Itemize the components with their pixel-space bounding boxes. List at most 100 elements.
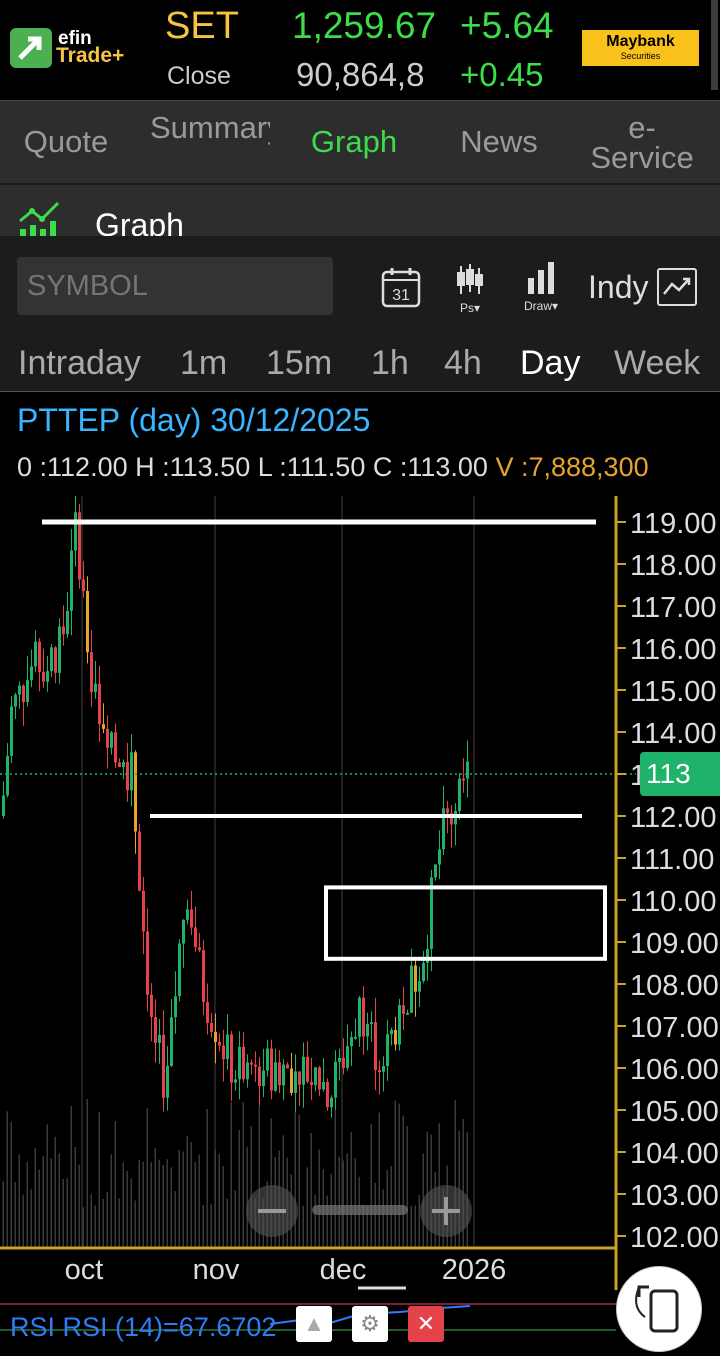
move-up-button[interactable]: ▲: [296, 1306, 332, 1342]
tab-summary[interactable]: Summary: [150, 101, 270, 184]
candle-body: [186, 909, 189, 920]
draw-button[interactable]: Draw▾: [518, 262, 564, 313]
candle-body: [314, 1067, 317, 1086]
calendar-icon: 31: [381, 268, 421, 308]
candle-body: [146, 931, 149, 995]
tab-e-service[interactable]: e-Service: [582, 101, 702, 184]
volume-bar: [350, 1131, 352, 1248]
price-tick-label: 117.00: [630, 592, 717, 624]
candle-body: [338, 1057, 341, 1062]
period-4h[interactable]: 4h: [444, 344, 482, 383]
chart-toolbar: 31 Ps▾ Draw▾ Indy: [0, 236, 720, 336]
symbol-input[interactable]: [17, 257, 333, 315]
volume-bar: [50, 1158, 52, 1248]
volume-bar: [30, 1189, 32, 1248]
volume-bar: [382, 1189, 384, 1248]
price-style-button[interactable]: Ps▾: [452, 264, 488, 315]
candle-body: [378, 1070, 381, 1073]
price-tick-label: 106.00: [630, 1054, 719, 1086]
candle-body: [42, 671, 45, 682]
volume-bar: [230, 1101, 232, 1248]
candle-body: [150, 994, 153, 1018]
tab-graph[interactable]: Graph: [298, 101, 410, 184]
volume-bar: [426, 1131, 428, 1248]
candle-body: [66, 610, 69, 635]
volume-bar: [134, 1200, 136, 1248]
candle-body: [366, 1024, 369, 1037]
volume-bar: [38, 1169, 40, 1248]
volume-bar: [194, 1162, 196, 1248]
index-volume: 90,864,8: [296, 56, 425, 93]
candle-body: [14, 694, 17, 707]
period-day[interactable]: Day: [520, 344, 580, 383]
candle-body: [330, 1097, 333, 1108]
period-week[interactable]: Week: [614, 344, 700, 383]
rotate-screen-button[interactable]: [616, 1266, 702, 1352]
volume-bar: [378, 1112, 380, 1248]
volume-bar: [2, 1181, 4, 1248]
candle-body: [114, 732, 117, 763]
candle-body: [46, 671, 49, 682]
calendar-button[interactable]: 31: [381, 266, 421, 313]
volume-bar: [66, 1178, 68, 1248]
period-15m[interactable]: 15m: [266, 344, 332, 383]
volume-bar: [114, 1121, 116, 1248]
volume-bar: [178, 1149, 180, 1248]
candle-body: [58, 626, 61, 673]
efin-logo-icon: [10, 28, 52, 68]
volume-bar: [306, 1167, 308, 1248]
candle-body: [202, 950, 205, 1003]
indicator-chart-icon[interactable]: [657, 268, 697, 306]
low-value: 111.50: [286, 452, 366, 482]
volume-bar: [238, 1130, 240, 1248]
tab-news[interactable]: News: [444, 101, 554, 184]
candle-body: [174, 996, 177, 1018]
candle-body: [166, 1065, 169, 1098]
candle-body: [410, 965, 413, 1013]
candle-body: [258, 1066, 261, 1087]
candle-body: [30, 666, 33, 681]
index-change: +5.64: [460, 5, 554, 46]
candlestick-chart[interactable]: 119.00118.00117.00116.00115.00114.00113.…: [0, 493, 720, 1290]
app-header: efin Trade+ SET Close 1,259.67 90,864,8 …: [0, 0, 720, 100]
rsi-settings-button[interactable]: ⚙: [352, 1306, 388, 1342]
volume-bar: [82, 1207, 84, 1248]
high-label: H :: [135, 452, 170, 482]
price-tick-label: 105.00: [630, 1096, 719, 1128]
brand-line2: Trade+: [56, 44, 125, 67]
remove-indicator-button[interactable]: ✕: [408, 1306, 444, 1342]
candle-body: [70, 550, 73, 611]
graph-section-title: Graph: [95, 207, 184, 238]
volume-bar: [302, 1205, 304, 1248]
volume-bar: [162, 1164, 164, 1248]
candle-body: [278, 1062, 281, 1086]
period-1m[interactable]: 1m: [180, 344, 227, 383]
volume-bar: [22, 1194, 24, 1248]
volume-bar: [118, 1198, 120, 1248]
volume-bar: [150, 1162, 152, 1248]
price-tick-label: 107.00: [630, 1012, 719, 1044]
candle-body: [390, 1029, 393, 1035]
zoom-slider-handle[interactable]: [312, 1205, 408, 1215]
price-chart[interactable]: 119.00118.00117.00116.00115.00114.00113.…: [0, 493, 720, 1290]
tab-quote[interactable]: Quote: [10, 101, 122, 184]
gear-icon: ⚙: [360, 1311, 380, 1336]
volume-bar: [78, 1164, 80, 1248]
candle-body: [358, 997, 361, 1037]
candle-body: [298, 1071, 301, 1085]
volume-bar: [90, 1194, 92, 1248]
index-name[interactable]: SET: [165, 5, 239, 48]
volume-bar: [10, 1122, 12, 1248]
candle-body: [398, 1005, 401, 1045]
period-intraday[interactable]: Intraday: [18, 344, 141, 383]
candle-body: [226, 1034, 229, 1060]
volume-bar: [370, 1123, 372, 1248]
volume-bar: [250, 1126, 252, 1248]
period-1h[interactable]: 1h: [371, 344, 409, 383]
price-tick-label: 111.00: [630, 844, 714, 876]
period-selector: Intraday 1m 15m 1h 4h Day Week: [0, 336, 720, 392]
candlestick-icon: [457, 264, 483, 294]
main-tabs: Quote Summary Graph News e-Service: [0, 100, 720, 184]
indicator-button[interactable]: Indy: [588, 269, 648, 306]
candle-body: [98, 683, 101, 725]
